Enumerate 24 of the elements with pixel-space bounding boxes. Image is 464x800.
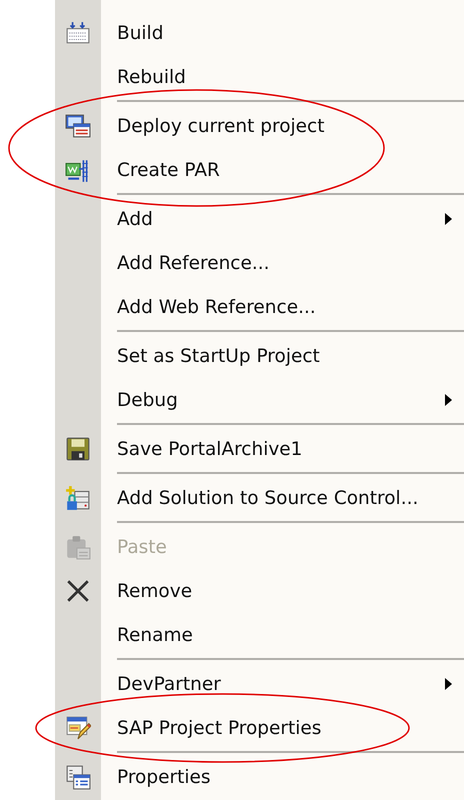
- close-icon: [65, 578, 91, 604]
- menu-item[interactable]: Add: [55, 197, 464, 241]
- database-lock-icon: [65, 485, 91, 511]
- menu-item[interactable]: Set as StartUp Project: [55, 334, 464, 378]
- menu-item[interactable]: Add Solution to Source Control...: [55, 476, 464, 520]
- menu-item[interactable]: Debug: [55, 378, 464, 422]
- menu-item[interactable]: Rebuild: [55, 55, 464, 99]
- menu-item[interactable]: Build: [55, 11, 464, 55]
- build-icon: [65, 20, 91, 46]
- clipboard-icon: [65, 534, 91, 560]
- menu-item[interactable]: DevPartner: [55, 662, 464, 706]
- menu-item[interactable]: Remove: [55, 569, 464, 613]
- menu-item[interactable]: Properties: [55, 755, 464, 799]
- deploy-icon: [65, 113, 91, 139]
- menu-item[interactable]: Deploy current project: [55, 104, 464, 148]
- menu-item[interactable]: Create PAR: [55, 148, 464, 192]
- menu-item[interactable]: SAP Project Properties: [55, 706, 464, 750]
- menu-item[interactable]: Add Web Reference...: [55, 285, 464, 329]
- menu-item[interactable]: Add Reference...: [55, 241, 464, 285]
- save-icon: [65, 436, 91, 462]
- properties-icon: [65, 764, 91, 790]
- menu-item[interactable]: Save PortalArchive1: [55, 427, 464, 471]
- menu-item[interactable]: Rename: [55, 613, 464, 657]
- form-edit-icon: [65, 715, 91, 741]
